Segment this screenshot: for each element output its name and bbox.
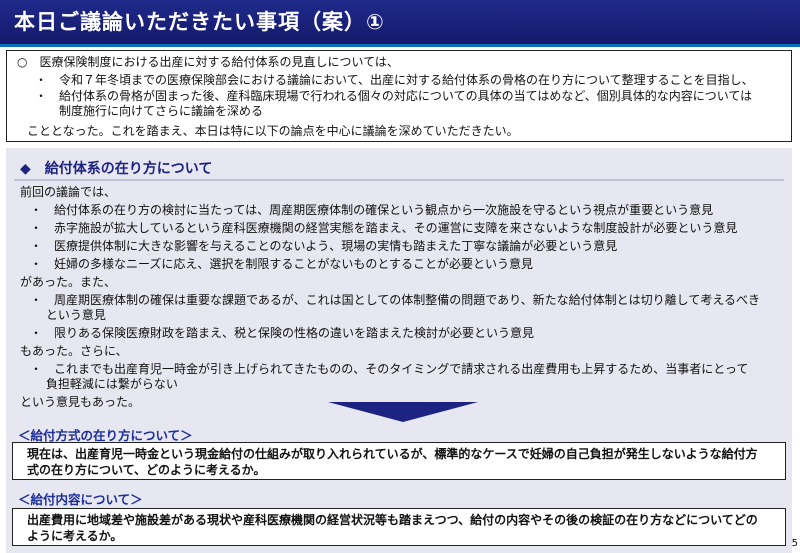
question-line: 式の在り方について、どのように考えるか。 [27,463,266,477]
intro-bullet: ・ 令和７年冬頃までの医療保険部会における議論において、出産に対する給付体系の骨… [35,73,754,87]
intro-bullet: ・ 給付体系の骨格が固まった後、産科臨床現場で行われる個々の対応についての具体の… [35,89,753,103]
discussion-line: があった。また、 [20,275,117,289]
payment-method-question: 現在は、出産育児一時金という現金給付の仕組みが取り入れられているが、標準的なケー… [12,442,786,480]
intro-closing: こととなった。これを踏まえ、本日は特に以下の論点を中心に議論を深めていただきたい… [27,124,519,138]
question-line: 現在は、出産育児一時金という現金給付の仕組みが取り入れられているが、標準的なケー… [27,447,758,461]
discussion-line: ・ 給付体系の在り方の検討に当たっては、周産期医療体制の確保という観点から一次施… [30,203,714,217]
discussion-line: ・ 赤字施設が拡大しているという産科医療機関の経営実態を踏まえ、その運営に支障を… [30,221,738,235]
benefit-content-question: 出産費用に地域差や施設差がある現状や産科医療機関の経営状況等も踏まえつつ、給付の… [12,508,786,546]
discussion-line: 負担軽減には繋がらない [30,377,178,391]
benefit-content-label: ＜給付内容について＞ [18,492,143,507]
discussion-line: という意見もあった。 [20,395,141,409]
discussion-line: 前回の議論では、 [20,185,117,199]
discussion-panel: ◆ 給付体系の在り方について 前回の議論では、 ・ 給付体系の在り方の検討に当た… [6,148,792,553]
intro-bullet-continuation: 制度施行に向けてさらに議論を深める [35,104,264,118]
down-arrow-icon [328,402,478,422]
discussion-line: もあった。さらに、 [20,344,128,358]
discussion-line: ・ 妊婦の多様なニーズに応え、選択を制限することがないものとすることが必要という… [30,257,534,271]
question-line: 出産費用に地域差や施設差がある現状や産科医療機関の経営状況等も踏まえつつ、給付の… [27,513,758,527]
discussion-line: ・ 限りある保険医療財政を踏まえ、税と保険の性格の違いを踏まえた検討が必要という… [30,326,535,340]
discussion-line: ・ 周産期医療体制の確保は重要な課題であるが、これは国としての体制整備の問題であ… [30,293,760,307]
intro-lead: ○ 医療保険制度における出産に対する給付体系の見直しについては、 [17,55,399,69]
section-divider [14,179,784,181]
discussion-line: ・ これまでも出産育児一時金が引き上げられてきたものの、そのタイミングで請求され… [30,362,749,376]
page-number: 5 [791,538,798,549]
intro-box: ○ 医療保険制度における出産に対する給付体系の見直しについては、 ・ 令和７年冬… [6,50,792,142]
discussion-line: という意見 [30,308,106,322]
discussion-line: ・ 医療提供体制に大きな影響を与えることのないよう、現場の実情も踏まえた丁寧な議… [30,239,618,253]
page-title: 本日ご議論いただきたい事項（案）① [0,0,800,44]
question-line: ように考えるか。 [27,529,123,543]
title-underline [0,44,800,47]
section-title: ◆ 給付体系の在り方について [20,161,213,177]
